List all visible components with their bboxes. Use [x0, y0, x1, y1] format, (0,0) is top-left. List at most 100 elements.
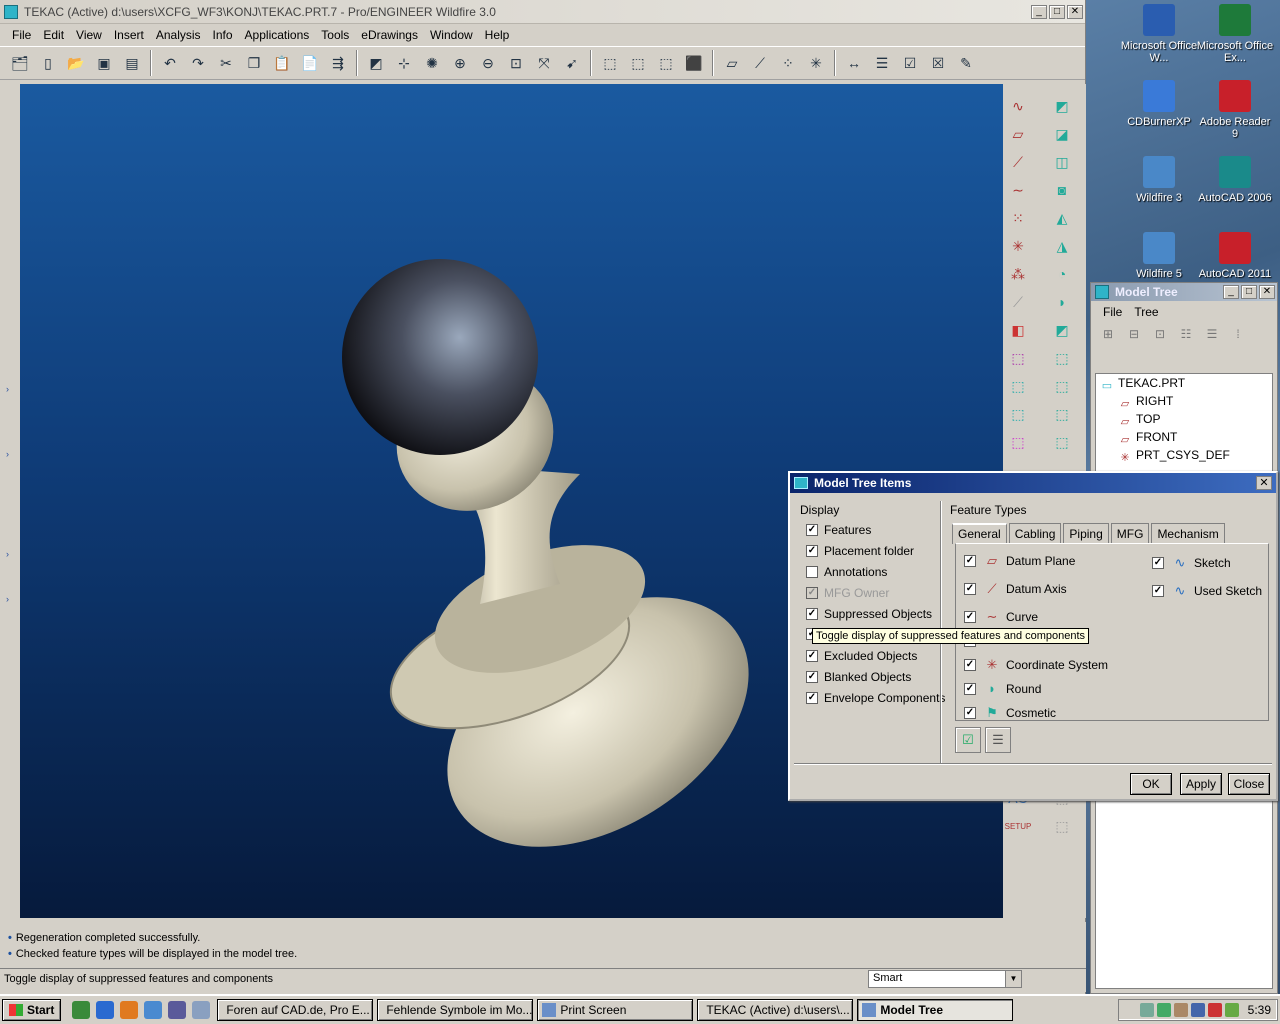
trim-icon[interactable]: ⬚: [1050, 430, 1074, 454]
draft-icon[interactable]: ◔: [1050, 262, 1074, 286]
extra-tool-2-icon[interactable]: ⬚: [1050, 814, 1074, 838]
selection-filter-dropdown[interactable]: Smart ▼: [868, 970, 1022, 988]
taskbar-button[interactable]: TEKAC (Active) d:\users\...: [697, 999, 854, 1021]
menu-edrawings[interactable]: eDrawings: [355, 28, 424, 42]
notepad-icon[interactable]: [192, 1001, 211, 1019]
menu-analysis[interactable]: Analysis: [150, 28, 207, 42]
chevron-down-icon[interactable]: ▼: [1005, 971, 1021, 987]
reorient-icon[interactable]: ⤧: [533, 52, 555, 74]
edit-pencil-icon[interactable]: ✎: [955, 52, 977, 74]
csys-display-icon[interactable]: ✳: [805, 52, 827, 74]
desktop-icon[interactable]: Wildfire 5: [1120, 232, 1198, 280]
save-copy-icon[interactable]: ▤: [121, 52, 143, 74]
checkbox[interactable]: ✓: [1152, 557, 1164, 569]
orient-mode-icon[interactable]: ✺: [421, 52, 443, 74]
copy-icon[interactable]: ❐: [243, 52, 265, 74]
taskbar-button[interactable]: Model Tree: [857, 999, 1014, 1021]
hole-icon[interactable]: ◙: [1050, 178, 1074, 202]
select-tool-icon[interactable]: ⬚: [1006, 346, 1030, 370]
media-player-icon[interactable]: [72, 1001, 91, 1019]
taskbar-button[interactable]: Fehlende Symbole im Mo...: [377, 999, 534, 1021]
calculator-icon[interactable]: [168, 1001, 187, 1019]
tray-status-icon[interactable]: [1224, 1003, 1239, 1017]
menu-view[interactable]: View: [70, 28, 108, 42]
tree-columns-icon[interactable]: ⊡: [1150, 327, 1170, 347]
feature-type-option[interactable]: ✓ ∿ Used Sketch: [1152, 583, 1262, 599]
display-option[interactable]: ✓ Placement folder: [806, 544, 914, 558]
firefox-icon[interactable]: [120, 1001, 139, 1019]
disabled-tool-icon[interactable]: ⟋: [1006, 290, 1030, 314]
tab-piping[interactable]: Piping: [1063, 523, 1109, 544]
checkbox[interactable]: ✓: [806, 650, 818, 662]
shading-icon[interactable]: ⬛: [683, 52, 705, 74]
checkbox[interactable]: ✓: [806, 671, 818, 683]
menu-applications[interactable]: Applications: [239, 28, 316, 42]
pattern-icon[interactable]: ⬚: [1050, 346, 1074, 370]
checkbox[interactable]: ✓: [806, 545, 818, 557]
feature-type-option[interactable]: ✓ ∼ Curve: [964, 609, 1038, 625]
internet-explorer-icon[interactable]: [96, 1001, 115, 1019]
feature-type-option[interactable]: ✓ ∿ Sketch: [1152, 555, 1231, 571]
checkbox[interactable]: ✓: [964, 555, 976, 567]
checkbox[interactable]: ✓: [964, 611, 976, 623]
mirror-feature-icon[interactable]: ⬚: [1050, 374, 1074, 398]
menu-tree[interactable]: Tree: [1128, 305, 1164, 319]
revolve-icon[interactable]: ◪: [1050, 122, 1074, 146]
menu-tools[interactable]: Tools: [315, 28, 355, 42]
tab-mechanism[interactable]: Mechanism: [1151, 523, 1225, 544]
display-option[interactable]: Annotations: [806, 565, 887, 579]
undo-icon[interactable]: ↶: [159, 52, 181, 74]
open-folder-icon[interactable]: 🗂: [9, 52, 31, 74]
network-icon[interactable]: [1139, 1003, 1154, 1017]
chevron-right-icon[interactable]: ›: [6, 449, 10, 459]
spin-center-icon[interactable]: ⊹: [393, 52, 415, 74]
volume-icon[interactable]: [1190, 1003, 1205, 1017]
chevron-right-icon[interactable]: ›: [6, 384, 10, 394]
window-check-icon[interactable]: ☑: [899, 52, 921, 74]
close-window-icon[interactable]: ☒: [927, 52, 949, 74]
datum-curve-tool-icon[interactable]: ∼: [1006, 178, 1030, 202]
move-tool-icon[interactable]: ⬚: [1006, 402, 1030, 426]
menu-info[interactable]: Info: [207, 28, 239, 42]
menu-insert[interactable]: Insert: [108, 28, 150, 42]
close-icon[interactable]: ✕: [1256, 476, 1272, 490]
copy-tool-icon[interactable]: ⬚: [1006, 374, 1030, 398]
tree-filter-icon[interactable]: ⊟: [1124, 327, 1144, 347]
taskbar-button[interactable]: Print Screen: [537, 999, 694, 1021]
taskbar-button[interactable]: Foren auf CAD.de, Pro E...: [217, 999, 374, 1021]
zoom-out-icon[interactable]: ⊖: [477, 52, 499, 74]
model-tree-title-bar[interactable]: Model Tree _ □ ✕: [1091, 283, 1277, 301]
feature-type-option[interactable]: ✓ ▱ Datum Plane: [964, 553, 1075, 569]
menu-window[interactable]: Window: [424, 28, 479, 42]
wireframe-icon[interactable]: ⬚: [599, 52, 621, 74]
start-button[interactable]: Start: [2, 999, 62, 1021]
menu-help[interactable]: Help: [479, 28, 516, 42]
csys-tool-icon[interactable]: ✳: [1006, 234, 1030, 258]
desktop-icon[interactable]: Wildfire 3: [1120, 156, 1198, 204]
refit-icon[interactable]: ⊡: [505, 52, 527, 74]
feature-type-option[interactable]: ✓ ◗ Round: [964, 681, 1041, 697]
checkbox[interactable]: ✓: [806, 692, 818, 704]
merge-icon[interactable]: ⬚: [1050, 402, 1074, 426]
round-icon[interactable]: ◗: [1050, 290, 1074, 314]
dialog-title-bar[interactable]: Model Tree Items: [790, 473, 1276, 493]
checkbox[interactable]: ✓: [964, 683, 976, 695]
datum-axis-tool-icon[interactable]: ⟋: [1006, 150, 1030, 174]
cut-icon[interactable]: ✂: [215, 52, 237, 74]
display-option[interactable]: ✓ Blanked Objects: [806, 670, 911, 684]
menu-file[interactable]: File: [6, 28, 37, 42]
tray-app-icon[interactable]: [1173, 1003, 1188, 1017]
checkbox[interactable]: ✓: [806, 524, 818, 536]
desktop-icon[interactable]: Adobe Reader 9: [1196, 80, 1274, 140]
saved-views-icon[interactable]: ➹: [561, 52, 583, 74]
close-button[interactable]: ✕: [1259, 285, 1275, 299]
feature-type-option[interactable]: ✓ ✳ Coordinate System: [964, 657, 1108, 673]
desktop-icon[interactable]: AutoCAD 2006: [1196, 156, 1274, 204]
datum-plane-tool-icon[interactable]: ▱: [1006, 122, 1030, 146]
tree-collapse-icon[interactable]: ☰: [1202, 327, 1222, 347]
sync-icon[interactable]: [1156, 1003, 1171, 1017]
ok-button[interactable]: OK: [1130, 773, 1172, 795]
hidden-line-icon[interactable]: ⬚: [627, 52, 649, 74]
sketch-tool-icon[interactable]: ∿: [1006, 94, 1030, 118]
maximize-button[interactable]: □: [1049, 4, 1065, 19]
